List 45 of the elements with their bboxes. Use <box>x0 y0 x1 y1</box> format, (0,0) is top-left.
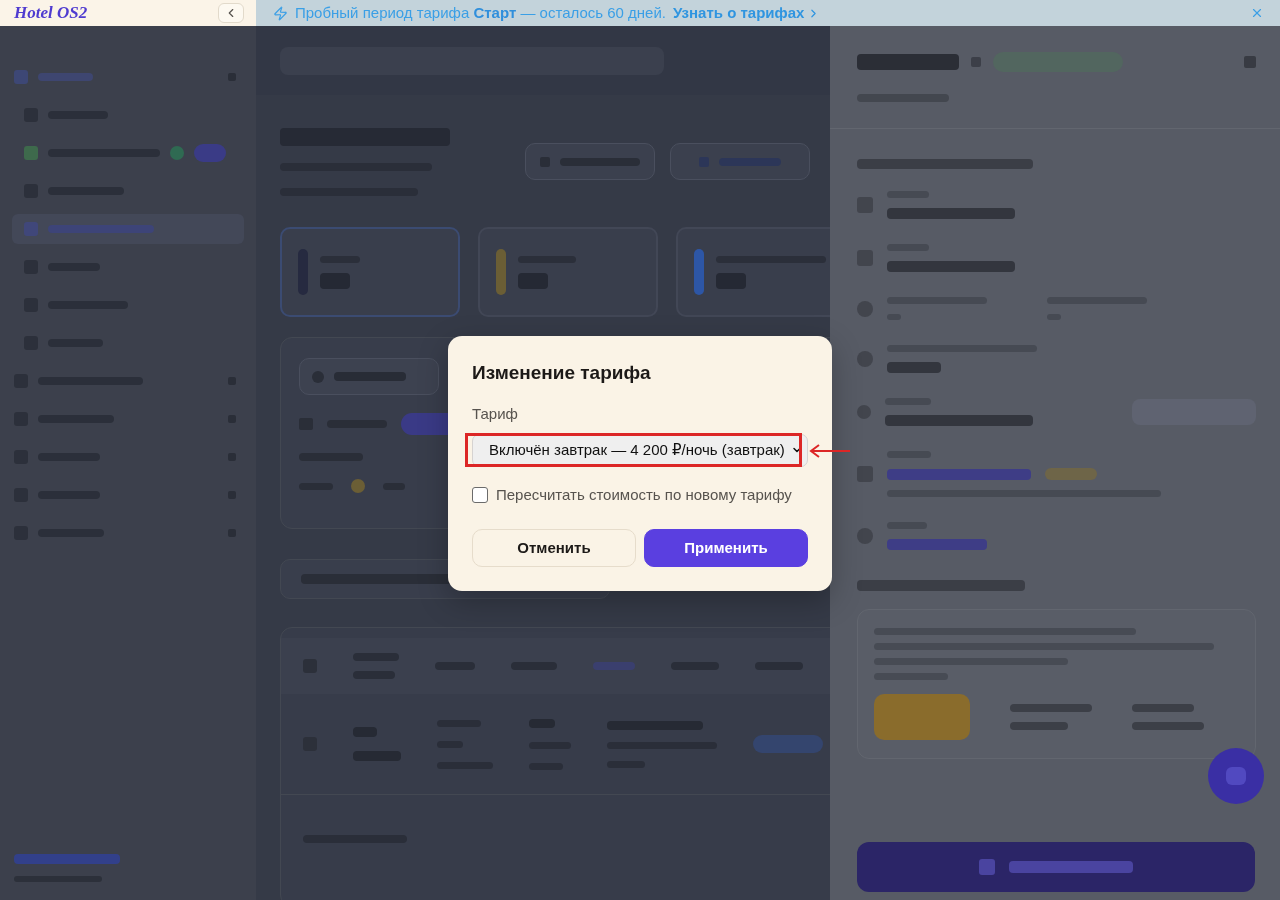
app-logo: Hotel OS2 <box>14 3 88 23</box>
apply-button[interactable]: Применить <box>644 528 808 567</box>
blurred-icon <box>496 249 506 295</box>
blurred-icon <box>24 222 38 236</box>
blurred-icon <box>1226 767 1246 785</box>
blurred-text <box>716 272 746 289</box>
blurred-icon <box>351 479 365 493</box>
blurred-text <box>518 272 548 289</box>
left-arrow-icon <box>809 443 851 458</box>
blurred-icon <box>312 370 324 383</box>
blurred-icon <box>979 859 995 875</box>
blurred-icon <box>971 57 981 67</box>
blurred-text <box>887 362 941 373</box>
blurred-badge <box>753 735 823 753</box>
field-label: Тариф <box>472 403 519 424</box>
close-button[interactable] <box>1250 6 1264 20</box>
blurred-text <box>593 662 635 670</box>
checkbox[interactable] <box>472 486 488 503</box>
collapse-sidebar-button[interactable] <box>218 3 244 23</box>
blurred-icon <box>170 146 184 160</box>
trial-message: Пробный период тарифа Старт — осталось 60 дней. <box>295 4 666 22</box>
blurred-badge <box>194 144 226 162</box>
blurred-icon <box>857 528 873 544</box>
blurred-icon <box>857 405 871 419</box>
blurred-text <box>1132 722 1204 730</box>
blurred-icon <box>857 351 873 367</box>
blurred-icon <box>1244 56 1256 68</box>
checkbox-label: Пересчитать стоимость по новому тарифу <box>496 484 792 505</box>
blurred-text <box>320 272 350 289</box>
blurred-text <box>38 73 93 81</box>
blurred-text <box>334 372 406 381</box>
blurred-icon <box>857 197 873 213</box>
blurred-badge <box>1045 468 1097 480</box>
blurred-icon <box>694 249 704 295</box>
blurred-text <box>1010 722 1068 730</box>
blurred-icon <box>24 146 38 160</box>
lightning-icon <box>273 5 288 21</box>
blurred-icon <box>857 250 873 266</box>
close-icon <box>1250 6 1264 20</box>
blurred-icon <box>14 70 28 84</box>
dialog-title: Изменение тарифа <box>472 360 652 385</box>
blurred-icon <box>857 466 873 482</box>
blurred-icon <box>857 300 873 317</box>
blurred-text <box>1132 704 1194 712</box>
cancel-button[interactable]: Отменить <box>472 528 636 567</box>
